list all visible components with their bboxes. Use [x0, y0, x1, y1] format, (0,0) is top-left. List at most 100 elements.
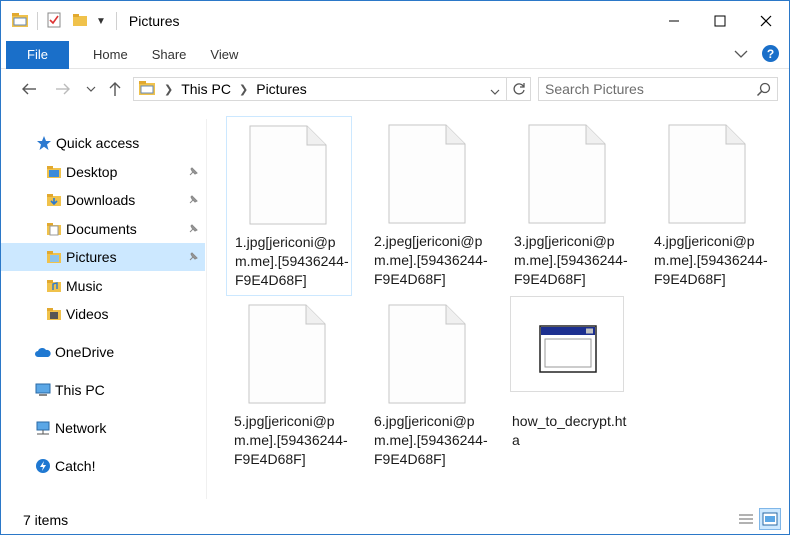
blank-document-icon [388, 124, 466, 224]
sidebar-item-label: Videos [66, 306, 109, 322]
address-bar[interactable]: ❯ This PC ❯ Pictures [133, 77, 507, 101]
navigation-pane: Quick access Desktop Downloads Documents… [1, 119, 206, 499]
file-list: 1.jpg[jericoni@pm.me].[59436244-F9E4D68F… [208, 109, 788, 499]
videos-folder-icon [45, 305, 63, 323]
pin-icon[interactable] [187, 250, 199, 266]
file-item[interactable] [510, 296, 624, 392]
folder-window-icon [11, 12, 29, 31]
pin-icon[interactable] [187, 165, 199, 181]
file-item[interactable]: 2.jpeg[jericoni@pm.me].[59436244-F9E4D68… [366, 116, 492, 296]
close-button[interactable] [743, 1, 789, 41]
blank-document-icon [528, 124, 606, 224]
breadcrumb-pictures[interactable]: Pictures [256, 81, 307, 97]
ribbon-tabs: File Home Share View ? [1, 40, 789, 69]
file-item[interactable]: 1.jpg[jericoni@pm.me].[59436244-F9E4D68F… [226, 116, 352, 296]
forward-button[interactable] [53, 79, 73, 99]
search-icon[interactable] [756, 82, 771, 100]
sidebar-item-catch[interactable]: Catch! [1, 452, 205, 480]
file-name: 3.jpg[jericoni@pm.me].[59436244-F9E4D68F… [514, 233, 628, 287]
sidebar-item-label: Desktop [66, 164, 118, 180]
up-arrow-icon [109, 82, 121, 96]
refresh-button[interactable] [507, 77, 531, 101]
quick-access-toolbar: ▼ Pictures [1, 1, 179, 41]
pin-icon[interactable] [187, 222, 199, 238]
file-item[interactable]: 3.jpg[jericoni@pm.me].[59436244-F9E4D68F… [506, 116, 632, 296]
explorer-window: ▼ Pictures File Home Share View ? ❯ This… [0, 0, 790, 535]
tab-share[interactable]: Share [152, 47, 187, 62]
sidebar-item-label: Catch! [55, 458, 96, 474]
new-folder-icon[interactable] [72, 12, 88, 31]
recent-locations-button[interactable] [81, 79, 101, 99]
chevron-right-icon: ❯ [239, 83, 249, 96]
chevron-down-icon [86, 86, 96, 92]
sidebar-item-onedrive[interactable]: OneDrive [1, 338, 205, 366]
minimize-icon [669, 20, 679, 22]
file-name: 4.jpg[jericoni@pm.me].[59436244-F9E4D68F… [654, 233, 768, 287]
sidebar-item-desktop[interactable]: Desktop [1, 158, 205, 186]
download-folder-icon [45, 191, 63, 209]
cloud-icon [34, 343, 52, 361]
sidebar-item-downloads[interactable]: Downloads [1, 186, 205, 214]
details-view-icon [739, 514, 753, 524]
sidebar-item-pictures[interactable]: Pictures [1, 243, 205, 271]
breadcrumb-this-pc[interactable]: This PC [181, 81, 231, 97]
help-button[interactable]: ? [762, 45, 779, 62]
computer-icon [34, 381, 52, 399]
application-window-icon [539, 325, 597, 373]
sidebar-item-music[interactable]: Music [1, 272, 205, 300]
item-count: 7 items [23, 512, 69, 528]
forward-arrow-icon [56, 83, 70, 95]
file-item[interactable]: 5.jpg[jericoni@pm.me].[59436244-F9E4D68F… [226, 296, 352, 476]
pane-divider[interactable] [206, 119, 207, 499]
file-name: 6.jpg[jericoni@pm.me].[59436244-F9E4D68F… [374, 413, 488, 467]
address-dropdown-icon[interactable] [490, 83, 500, 99]
file-name[interactable]: how_to_decrypt.hta [512, 412, 630, 450]
blank-document-icon [668, 124, 746, 224]
sidebar-item-label: OneDrive [55, 344, 115, 360]
sidebar-item-this-pc[interactable]: This PC [1, 376, 205, 404]
blank-document-icon [249, 125, 327, 225]
tab-file[interactable]: File [6, 40, 69, 69]
sidebar-item-label: This PC [55, 382, 105, 398]
file-item[interactable]: 6.jpg[jericoni@pm.me].[59436244-F9E4D68F… [366, 296, 492, 476]
blank-document-icon [388, 304, 466, 404]
details-view-button[interactable] [735, 508, 757, 530]
expand-ribbon-icon[interactable] [734, 46, 748, 62]
blank-document-icon [248, 304, 326, 404]
maximize-button[interactable] [697, 1, 743, 41]
pictures-folder-icon [45, 248, 63, 266]
pictures-folder-icon [138, 80, 156, 99]
sidebar-item-label: Documents [66, 221, 137, 237]
sidebar-item-network[interactable]: Network [1, 414, 205, 442]
refresh-icon [512, 83, 525, 95]
file-name: 5.jpg[jericoni@pm.me].[59436244-F9E4D68F… [234, 413, 348, 467]
chevron-right-icon: ❯ [164, 83, 174, 96]
minimize-button[interactable] [651, 1, 697, 41]
chevron-down-icon[interactable]: ▼ [96, 16, 106, 27]
sidebar-item-label: Pictures [66, 249, 117, 265]
close-icon [760, 15, 772, 27]
documents-folder-icon [45, 220, 63, 238]
window-title: Pictures [128, 13, 180, 29]
file-item[interactable]: 4.jpg[jericoni@pm.me].[59436244-F9E4D68F… [646, 116, 772, 296]
pin-icon[interactable] [187, 193, 199, 209]
music-folder-icon [45, 277, 63, 295]
sidebar-item-quick-access[interactable]: Quick access [1, 129, 205, 157]
up-button[interactable] [105, 79, 125, 99]
tab-home[interactable]: Home [93, 47, 128, 62]
search-box[interactable] [538, 77, 778, 101]
file-name: 2.jpeg[jericoni@pm.me].[59436244-F9E4D68… [374, 233, 488, 287]
folder-icon [45, 163, 63, 181]
sidebar-item-documents[interactable]: Documents [1, 215, 205, 243]
large-icons-view-button[interactable] [759, 508, 781, 530]
tab-view[interactable]: View [210, 47, 238, 62]
sidebar-item-label: Quick access [56, 135, 140, 151]
maximize-icon [714, 15, 726, 27]
sidebar-item-videos[interactable]: Videos [1, 300, 205, 328]
properties-icon[interactable] [46, 12, 62, 31]
star-icon [35, 134, 53, 152]
search-input[interactable] [539, 81, 749, 97]
catch-icon [34, 457, 52, 475]
back-button[interactable] [19, 79, 39, 99]
file-name: 1.jpg[jericoni@pm.me].[59436244-F9E4D68F… [235, 234, 349, 288]
